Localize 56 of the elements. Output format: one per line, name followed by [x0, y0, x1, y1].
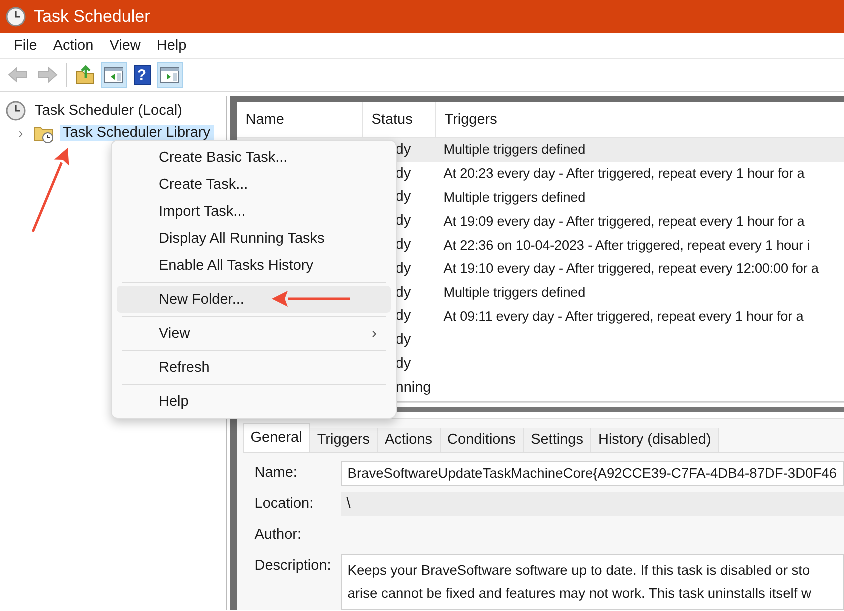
- menu-item[interactable]: Refresh: [117, 354, 391, 381]
- window-title: Task Scheduler: [34, 6, 150, 26]
- tab[interactable]: General: [242, 423, 310, 452]
- tab[interactable]: Conditions: [440, 428, 524, 452]
- table-cell: nning: [396, 380, 432, 396]
- tree-pane-button[interactable]: [101, 62, 127, 88]
- clock-icon: [6, 6, 26, 26]
- clock-icon: [6, 101, 26, 121]
- menu-item[interactable]: Action: [45, 38, 102, 54]
- tab[interactable]: Settings: [524, 428, 592, 452]
- tree-item[interactable]: Task Scheduler Library: [60, 125, 214, 141]
- table-cell: dy: [396, 332, 412, 348]
- table-cell: dy: [396, 308, 412, 324]
- expand-chevron[interactable]: ›: [14, 125, 28, 141]
- table-cell: dy: [396, 237, 412, 254]
- description-field[interactable]: Keeps your BraveSoftware software up to date. If this task is disabled or sto arise cannot be fixed and features may not work. This task uninstalls itself w: [340, 554, 844, 610]
- menu-item[interactable]: Display All Running Tasks: [117, 225, 391, 252]
- tab[interactable]: Actions: [378, 428, 441, 452]
- tree-item[interactable]: Task Scheduler (Local): [32, 103, 186, 119]
- field-label: Name:: [254, 464, 298, 481]
- field-label: Location:: [254, 495, 315, 512]
- table-cell: At 22:36 on 10-04-2023 - After triggered, repeat every 1 hour i: [444, 238, 810, 253]
- table-cell: Multiple triggers defined: [444, 190, 586, 205]
- menu-item[interactable]: Help: [148, 38, 195, 54]
- field-value: \: [340, 492, 844, 516]
- table-cell: Multiple triggers defined: [444, 142, 586, 158]
- tab[interactable]: History (disabled): [591, 428, 720, 452]
- table-cell: At 09:11 every day - After triggered, repeat every 1 hour for a: [444, 308, 804, 324]
- menu-item[interactable]: Create Task...: [117, 171, 391, 198]
- submenu-chevron: ›: [372, 326, 377, 342]
- tab[interactable]: Triggers: [310, 428, 378, 452]
- menu-item[interactable]: Enable All Tasks History: [117, 252, 391, 279]
- table-cell: Multiple triggers defined: [444, 285, 586, 300]
- field-label: Description:: [254, 557, 332, 574]
- table-cell: dy: [396, 213, 412, 230]
- table-cell: dy: [396, 142, 412, 158]
- menu-item[interactable]: New Folder...: [117, 286, 391, 313]
- table-cell: dy: [396, 189, 412, 206]
- column-header[interactable]: Name: [236, 102, 363, 137]
- table-cell: At 19:10 every day - After triggered, repeat every 12:00:00 for a: [444, 261, 819, 276]
- menu-item[interactable]: Import Task...: [117, 198, 391, 225]
- menu-item[interactable]: View: [102, 38, 149, 54]
- table-cell: At 20:23 every day - After triggered, repeat every 1 hour for a: [444, 166, 805, 182]
- menu-item[interactable]: Help: [117, 388, 391, 415]
- table-cell: dy: [396, 284, 412, 301]
- table-cell: dy: [396, 356, 412, 372]
- column-header[interactable]: Triggers: [436, 102, 844, 137]
- table-cell: dy: [396, 166, 412, 182]
- name-field[interactable]: BraveSoftwareUpdateTaskMachineCore{A92CCE39-C7FA-4DB4-87DF-3D0F46: [340, 461, 844, 486]
- field-label: Author:: [254, 526, 302, 543]
- table-cell: dy: [396, 260, 412, 277]
- action-pane-button[interactable]: [157, 62, 183, 88]
- menu-item[interactable]: File: [6, 38, 46, 54]
- column-header[interactable]: Status: [362, 102, 436, 137]
- menu-item[interactable]: View ›: [117, 320, 391, 347]
- table-cell: At 19:09 every day - After triggered, repeat every 1 hour for a: [444, 214, 805, 229]
